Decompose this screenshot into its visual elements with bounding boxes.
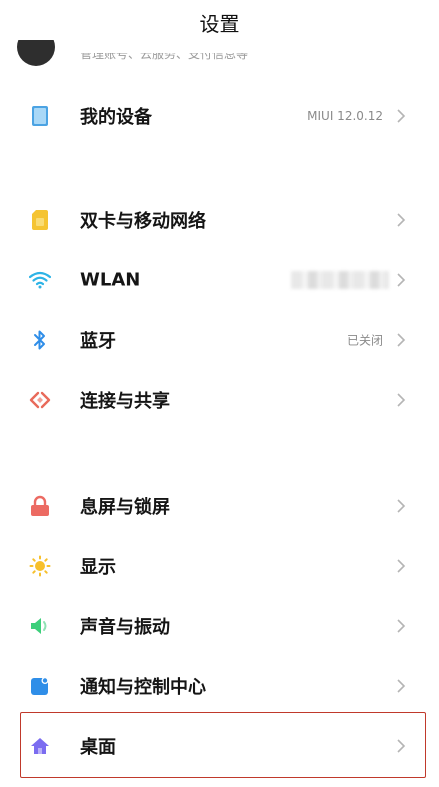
settings-item-label: 通知与控制中心 bbox=[80, 677, 206, 698]
settings-item-my-device[interactable]: 我的设备 MIUI 12.0.12 bbox=[0, 86, 439, 146]
settings-item-label: 息屏与锁屏 bbox=[80, 497, 170, 518]
settings-item-label: WLAN bbox=[80, 269, 141, 291]
share-connection-icon bbox=[28, 388, 52, 412]
settings-item-display[interactable]: 显示 bbox=[0, 536, 439, 596]
chevron-right-icon bbox=[397, 213, 406, 227]
chevron-right-icon bbox=[397, 273, 406, 287]
avatar bbox=[17, 40, 55, 66]
settings-item-wlan[interactable]: WLAN bbox=[0, 250, 439, 310]
sim-card-icon bbox=[28, 208, 52, 232]
selection-highlight-box bbox=[20, 712, 426, 778]
notification-icon bbox=[28, 674, 52, 698]
page-title: 设置 bbox=[199, 12, 240, 36]
settings-item-label: 显示 bbox=[80, 557, 116, 578]
chevron-right-icon bbox=[397, 619, 406, 633]
chevron-right-icon bbox=[397, 393, 406, 407]
speaker-icon bbox=[28, 614, 52, 638]
lock-icon bbox=[28, 494, 52, 518]
settings-item-bluetooth[interactable]: 蓝牙 已关闭 bbox=[0, 310, 439, 370]
bluetooth-icon bbox=[28, 328, 52, 352]
settings-item-lock-screen[interactable]: 息屏与锁屏 bbox=[0, 476, 439, 536]
settings-item-label: 连接与共享 bbox=[80, 391, 170, 412]
wifi-icon bbox=[28, 268, 52, 292]
chevron-right-icon bbox=[397, 109, 406, 123]
settings-item-connection-sharing[interactable]: 连接与共享 bbox=[0, 370, 439, 430]
chevron-right-icon bbox=[397, 333, 406, 347]
device-icon bbox=[28, 104, 52, 128]
settings-item-value: 已关闭 bbox=[346, 333, 383, 348]
settings-item-sound[interactable]: 声音与振动 bbox=[0, 596, 439, 656]
account-subtitle: 管理账号、云服务、支付信息等 bbox=[80, 47, 249, 61]
settings-item-notifications[interactable]: 通知与控制中心 bbox=[0, 656, 439, 716]
account-row[interactable]: 管理账号、云服务、支付信息等 bbox=[0, 40, 439, 74]
sun-icon bbox=[28, 554, 52, 578]
settings-item-label: 双卡与移动网络 bbox=[80, 211, 206, 232]
chevron-right-icon bbox=[397, 559, 406, 573]
settings-item-value: MIUI 12.0.12 bbox=[307, 109, 383, 123]
settings-item-label: 声音与振动 bbox=[80, 617, 170, 638]
settings-item-dual-sim[interactable]: 双卡与移动网络 bbox=[0, 190, 439, 250]
settings-item-label: 蓝牙 bbox=[80, 331, 116, 352]
chevron-right-icon bbox=[397, 679, 406, 693]
chevron-right-icon bbox=[397, 499, 406, 513]
wifi-network-name-blurred bbox=[291, 271, 389, 289]
settings-item-label: 我的设备 bbox=[80, 107, 152, 128]
